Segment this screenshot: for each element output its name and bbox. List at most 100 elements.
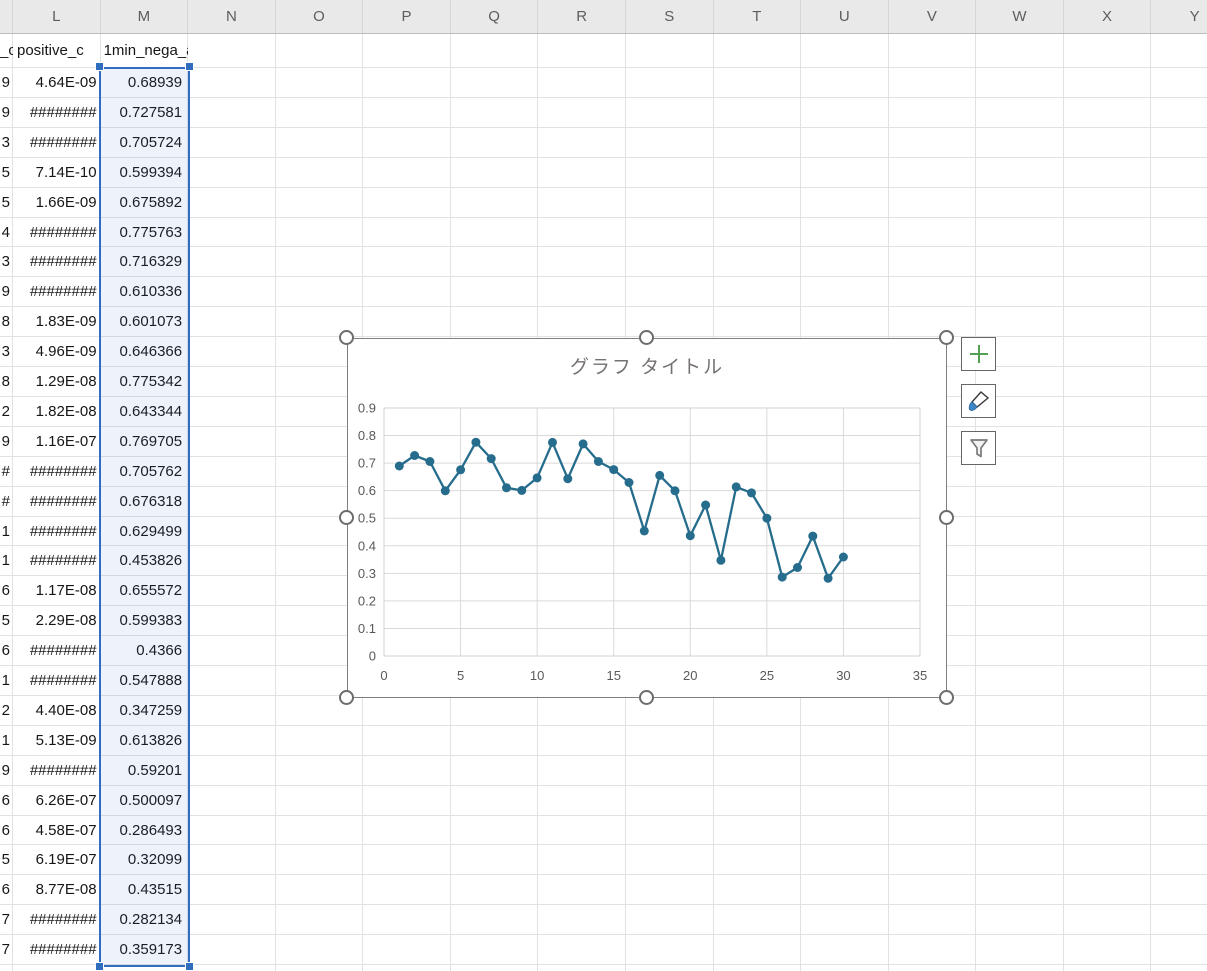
chart-data-point[interactable]	[716, 556, 725, 565]
selection-drag-handle[interactable]	[185, 962, 194, 971]
cell-k-clipped[interactable]: 4	[0, 218, 13, 248]
chart-data-point[interactable]	[793, 563, 802, 572]
cell-l-value[interactable]: 1.83E-09	[13, 307, 101, 337]
chart-data-point[interactable]	[839, 553, 848, 562]
cell-k-clipped[interactable]: 8	[0, 307, 13, 337]
chart-data-point[interactable]	[594, 457, 603, 466]
chart-data-point[interactable]	[778, 573, 787, 582]
chart-data-point[interactable]	[732, 482, 741, 491]
cell-m-value[interactable]: 0.359173	[101, 935, 189, 965]
cell-m-value[interactable]: 0.286493	[101, 816, 189, 846]
cell-k-clipped[interactable]: 5	[0, 845, 13, 875]
cell-k-clipped[interactable]: #	[0, 457, 13, 487]
column-header-v[interactable]: V	[889, 0, 977, 33]
chart-data-point[interactable]	[655, 471, 664, 480]
cell-m-value[interactable]: 0.613826	[101, 726, 189, 756]
cell-l-value[interactable]: ########	[13, 935, 101, 965]
cell-k-clipped[interactable]: #	[0, 487, 13, 517]
chart-data-point[interactable]	[441, 486, 450, 495]
cell-clipped-header[interactable]: _c	[0, 34, 13, 68]
column-header-x[interactable]: X	[1064, 0, 1152, 33]
cell-k-clipped[interactable]: 6	[0, 816, 13, 846]
chart-styles-button[interactable]	[961, 384, 996, 418]
cell-l-value[interactable]: ########	[13, 546, 101, 576]
cell-k-clipped[interactable]: 9	[0, 756, 13, 786]
cell-header-positive-c[interactable]: positive_c	[13, 34, 101, 68]
cell-l-value[interactable]: 8.77E-08	[13, 875, 101, 905]
cell-l-value[interactable]: 1.82E-08	[13, 397, 101, 427]
cell-m-value[interactable]: 0.676318	[101, 487, 189, 517]
cell-m-value[interactable]: 0.500097	[101, 786, 189, 816]
cell-m-value[interactable]: 0.775342	[101, 367, 189, 397]
cell-k-clipped[interactable]: 2	[0, 397, 13, 427]
chart-data-point[interactable]	[410, 451, 419, 460]
chart-data-point[interactable]	[762, 514, 771, 523]
chart-resize-handle[interactable]	[339, 330, 354, 345]
chart-data-point[interactable]	[456, 465, 465, 474]
column-header-q[interactable]: Q	[451, 0, 539, 33]
cell-m-value[interactable]: 0.59201	[101, 756, 189, 786]
selection-drag-handle[interactable]	[95, 962, 104, 971]
chart-resize-handle[interactable]	[639, 330, 654, 345]
cell-m-value[interactable]: 0.347259	[101, 696, 189, 726]
column-header-s[interactable]: S	[626, 0, 714, 33]
cell-l-value[interactable]: ########	[13, 905, 101, 935]
cell-l-value[interactable]: ########	[13, 128, 101, 158]
chart-data-point[interactable]	[671, 486, 680, 495]
cell-l-value[interactable]: 4.40E-08	[13, 696, 101, 726]
cell-m-value[interactable]: 0.453826	[101, 546, 189, 576]
cell-m-value[interactable]: 0.68939	[101, 68, 189, 98]
cell-l-value[interactable]: ########	[13, 218, 101, 248]
cell-k-clipped[interactable]: 9	[0, 98, 13, 128]
cell-k-clipped[interactable]: 1	[0, 726, 13, 756]
cell-l-value[interactable]: ########	[13, 487, 101, 517]
cell-l-value[interactable]: ########	[13, 98, 101, 128]
cell-k-clipped[interactable]: 2	[0, 696, 13, 726]
cell-k-clipped[interactable]: 1	[0, 666, 13, 696]
chart-elements-button[interactable]	[961, 337, 996, 371]
column-header-u[interactable]: U	[801, 0, 889, 33]
cell-l-value[interactable]: ########	[13, 517, 101, 547]
cell-m-value[interactable]: 0.32099	[101, 845, 189, 875]
cell-m-value[interactable]: 0.547888	[101, 666, 189, 696]
chart-data-point[interactable]	[808, 532, 817, 541]
cell-l-value[interactable]: ########	[13, 457, 101, 487]
chart-data-point[interactable]	[747, 488, 756, 497]
column-header-r[interactable]: R	[538, 0, 626, 33]
cell-l-value[interactable]: 6.26E-07	[13, 786, 101, 816]
cell-k-clipped[interactable]: 3	[0, 337, 13, 367]
column-header-t[interactable]: T	[714, 0, 802, 33]
cell-k-clipped[interactable]: 7	[0, 935, 13, 965]
cell-k-clipped[interactable]: 9	[0, 277, 13, 307]
cell-l-value[interactable]: ########	[13, 666, 101, 696]
cell-k-clipped[interactable]: 9	[0, 68, 13, 98]
cell-m-value[interactable]: 0.705724	[101, 128, 189, 158]
column-header-m[interactable]: M	[101, 0, 189, 33]
cell-m-value[interactable]: 0.705762	[101, 457, 189, 487]
cell-l-value[interactable]: ########	[13, 636, 101, 666]
cell-l-value[interactable]: ########	[13, 247, 101, 277]
chart-data-point[interactable]	[395, 462, 404, 471]
chart-resize-handle[interactable]	[339, 510, 354, 525]
cell-m-value[interactable]: 0.675892	[101, 188, 189, 218]
cell-l-value[interactable]: ########	[13, 756, 101, 786]
chart-data-point[interactable]	[640, 526, 649, 535]
chart-data-point[interactable]	[701, 501, 710, 510]
selection-drag-handle[interactable]	[95, 62, 104, 71]
cell-k-clipped[interactable]: 7	[0, 905, 13, 935]
cell-m-value[interactable]: 0.716329	[101, 247, 189, 277]
cell-k-clipped[interactable]: 6	[0, 786, 13, 816]
cell-m-value[interactable]: 0.599383	[101, 606, 189, 636]
chart-data-point[interactable]	[425, 457, 434, 466]
cell-k-clipped[interactable]: 8	[0, 367, 13, 397]
cell-m-value[interactable]: 0.599394	[101, 158, 189, 188]
cell-l-value[interactable]: 2.29E-08	[13, 606, 101, 636]
chart-data-point[interactable]	[502, 483, 511, 492]
cell-k-clipped[interactable]: 6	[0, 576, 13, 606]
column-header-y[interactable]: Y	[1151, 0, 1207, 33]
cell-m-value[interactable]: 0.4366	[101, 636, 189, 666]
cell-m-value[interactable]: 0.643344	[101, 397, 189, 427]
column-header-n[interactable]: N	[188, 0, 276, 33]
cell-l-value[interactable]: 6.19E-07	[13, 845, 101, 875]
chart-resize-handle[interactable]	[939, 510, 954, 525]
